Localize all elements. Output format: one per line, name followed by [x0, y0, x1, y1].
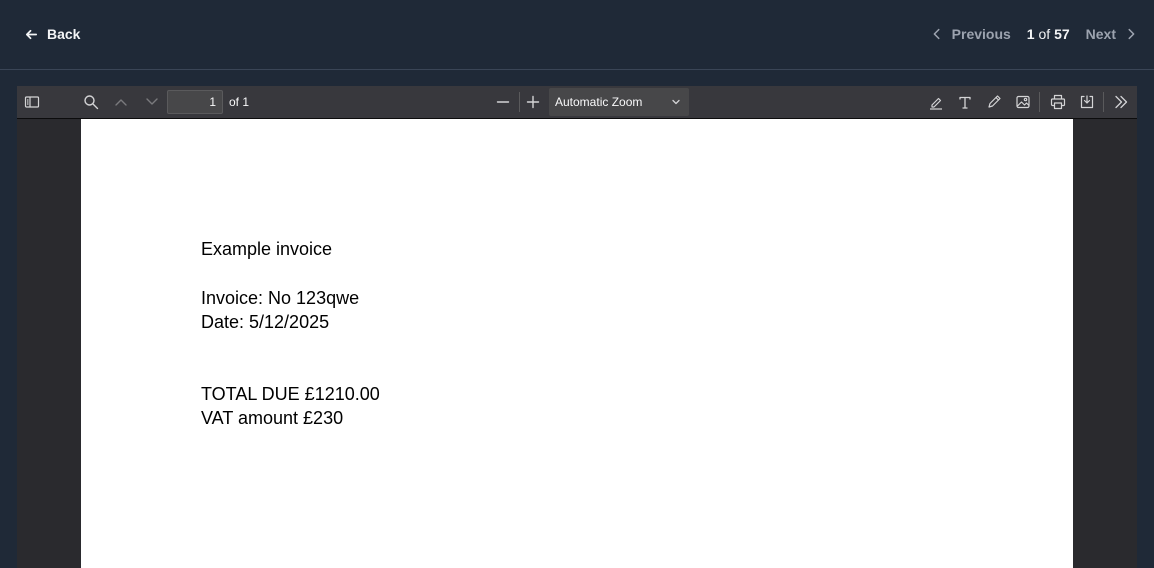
- plus-icon: [526, 95, 540, 109]
- arrow-left-icon: [25, 29, 38, 39]
- next-page-button[interactable]: [140, 91, 164, 113]
- previous-page-button[interactable]: [109, 91, 133, 113]
- more-separator: [1103, 92, 1104, 112]
- find-button[interactable]: [79, 91, 103, 113]
- download-icon: [1080, 95, 1094, 109]
- back-label: Back: [47, 26, 81, 42]
- print-button[interactable]: [1046, 91, 1070, 113]
- search-icon: [84, 95, 99, 110]
- image-button[interactable]: [1011, 91, 1035, 113]
- double-chevron-right-icon: [1115, 95, 1128, 109]
- download-button[interactable]: [1075, 91, 1099, 113]
- pdf-page: Example invoice Invoice: No 123qwe Date:…: [81, 119, 1073, 568]
- of-word: of: [1038, 26, 1051, 42]
- print-icon: [1050, 94, 1066, 110]
- page-total-label: of 1: [229, 95, 250, 109]
- back-button[interactable]: Back: [24, 24, 80, 44]
- zoom-separator: [519, 92, 520, 112]
- zoom-out-button[interactable]: [491, 91, 515, 113]
- chevron-right-icon: [1128, 28, 1135, 40]
- document-pager: Previous 1 of 57 Next: [930, 24, 1138, 44]
- vat-amount: VAT amount £230: [201, 408, 344, 428]
- previous-button[interactable]: Previous: [930, 26, 1011, 42]
- chevron-up-icon: [115, 99, 127, 106]
- page-count: 1 of 57: [1027, 26, 1070, 42]
- pdf-viewer: 1 of 1 Automatic Zoom Example invoice In…: [0, 71, 1154, 568]
- chevron-down-icon: [146, 98, 158, 105]
- chevron-left-icon: [933, 28, 940, 40]
- next-label: Next: [1085, 26, 1116, 42]
- next-button[interactable]: Next: [1086, 26, 1138, 42]
- highlight-button[interactable]: [924, 91, 948, 113]
- sidebar-toggle-button[interactable]: [20, 91, 44, 113]
- current-document-number: 1: [1026, 26, 1035, 42]
- image-icon: [1016, 95, 1030, 109]
- chevron-down-icon: [672, 99, 680, 105]
- text-icon: [959, 96, 971, 109]
- invoice-number: Invoice: No 123qwe: [201, 288, 360, 308]
- tools-separator: [1039, 92, 1040, 112]
- draw-button[interactable]: [982, 91, 1006, 113]
- pdf-toolbar: 1 of 1 Automatic Zoom: [17, 86, 1137, 119]
- zoom-in-button[interactable]: [521, 91, 545, 113]
- total-documents: 57: [1054, 26, 1070, 42]
- pdf-canvas-area[interactable]: Example invoice Invoice: No 123qwe Date:…: [17, 119, 1137, 568]
- highlight-icon: [930, 97, 942, 110]
- text-tool-button[interactable]: [953, 91, 977, 113]
- top-bar: Back Previous 1 of 57 Next: [0, 0, 1154, 70]
- zoom-select[interactable]: Automatic Zoom: [549, 88, 689, 116]
- total-due: TOTAL DUE £1210.00: [201, 384, 380, 404]
- draw-icon: [988, 95, 1001, 108]
- invoice-title: Example invoice: [201, 239, 333, 259]
- invoice-date: Date: 5/12/2025: [201, 312, 330, 332]
- page-number-input[interactable]: 1: [167, 90, 223, 114]
- minus-icon: [496, 101, 510, 103]
- previous-label: Previous: [951, 26, 1011, 42]
- zoom-select-value: Automatic Zoom: [555, 95, 643, 109]
- tools-menu-button[interactable]: [1109, 91, 1133, 113]
- sidebar-toggle-icon: [24, 96, 40, 108]
